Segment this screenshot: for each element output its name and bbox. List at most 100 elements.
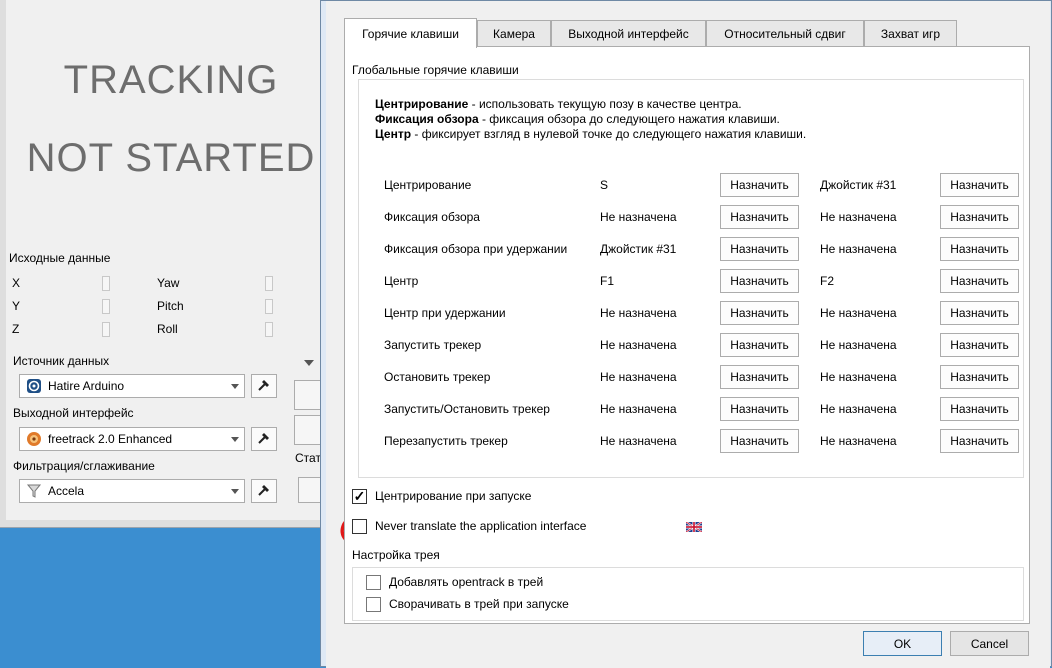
assign-button[interactable]: Назначить <box>940 365 1019 389</box>
axis-z-value <box>102 322 110 337</box>
filter-combo[interactable]: Accela <box>19 479 245 503</box>
hotkey-key2: Не назначена <box>820 434 897 448</box>
hotkey-key2: Не назначена <box>820 402 897 416</box>
hotkey-row: Центр F1 Назначить F2 Назначить <box>359 267 1025 295</box>
hotkey-key2: Не назначена <box>820 370 897 384</box>
assign-button[interactable]: Назначить <box>940 205 1019 229</box>
assign-button[interactable]: Назначить <box>940 173 1019 197</box>
hotkey-name: Центр при удержании <box>384 306 506 320</box>
tray-settings-title: Настройка трея <box>352 548 440 562</box>
axis-pitch-value <box>265 299 273 314</box>
assign-button[interactable]: Назначить <box>720 173 799 197</box>
tab-output[interactable]: Выходной интерфейс <box>551 20 706 46</box>
hotkey-row: Центр при удержании Не назначена Назначи… <box>359 299 1025 327</box>
settings-dialog-body: Горячие клавиши Камера Выходной интерфей… <box>326 1 1050 668</box>
hotkey-key1: Не назначена <box>600 338 677 352</box>
main-window-body: TRACKING NOT STARTED Исходные данные X Y… <box>6 0 338 520</box>
output-interface-label: Выходной интерфейс <box>13 406 134 420</box>
axis-y-label: Y <box>12 299 21 313</box>
assign-button[interactable]: Назначить <box>720 269 799 293</box>
hotkey-key1: Не назначена <box>600 402 677 416</box>
axis-z-label: Z <box>12 322 20 336</box>
hotkeys-tab-pane: Глобальные горячие клавиши Центрирование… <box>344 46 1030 624</box>
assign-button[interactable]: Назначить <box>940 269 1019 293</box>
hotkey-name: Запустить/Остановить трекер <box>384 402 550 416</box>
input-settings-button[interactable] <box>251 374 277 398</box>
filter-settings-button[interactable] <box>251 479 277 503</box>
checkbox-box <box>366 596 381 612</box>
axis-y-value <box>102 299 110 314</box>
global-hotkeys-frame: Центрирование - использовать текущую поз… <box>358 79 1024 478</box>
hotkey-key1: F1 <box>600 274 615 288</box>
assign-button[interactable]: Назначить <box>940 397 1019 421</box>
assign-button[interactable]: Назначить <box>940 333 1019 357</box>
hotkey-key2: F2 <box>820 274 835 288</box>
hotkey-name: Остановить трекер <box>384 370 491 384</box>
checkmark-icon: ✓ <box>352 488 367 504</box>
hotkey-name: Фиксация обзора при удержании <box>384 242 568 256</box>
hotkey-key1: Не назначена <box>600 210 677 224</box>
hotkey-row: Фиксация обзора Не назначена Назначить Н… <box>359 203 1025 231</box>
output-settings-button[interactable] <box>251 427 277 451</box>
hotkey-key2: Не назначена <box>820 242 897 256</box>
minimize-to-tray-checkbox[interactable]: Сворачивать в трей при запуске <box>366 595 569 613</box>
uk-flag-icon <box>685 521 703 535</box>
center-at-startup-label: Центрирование при запуске <box>375 489 532 503</box>
hotkey-key1: Не назначена <box>600 370 677 384</box>
tracking-status-line1: TRACKING <box>63 58 279 102</box>
hotkey-key2: Джойстик #31 <box>820 178 897 192</box>
tab-game-capture[interactable]: Захват игр <box>864 20 957 46</box>
output-interface-value: freetrack 2.0 Enhanced <box>48 432 173 446</box>
axis-roll-label: Roll <box>157 322 178 336</box>
assign-button[interactable]: Назначить <box>720 301 799 325</box>
axis-roll-value <box>265 322 273 337</box>
global-hotkeys-title: Глобальные горячие клавиши <box>352 63 519 77</box>
stats-label: Стат <box>295 451 321 465</box>
tab-hotkeys[interactable]: Горячие клавиши <box>344 18 477 48</box>
axis-pitch-label: Pitch <box>157 299 184 313</box>
hotkey-name: Фиксация обзора <box>384 210 480 224</box>
add-to-tray-checkbox[interactable]: Добавлять opentrack в трей <box>366 573 543 591</box>
hotkey-row: Запустить/Остановить трекер Не назначена… <box>359 395 1025 423</box>
hotkey-key2: Не назначена <box>820 338 897 352</box>
hotkey-name: Центр <box>384 274 419 288</box>
assign-button[interactable]: Назначить <box>940 237 1019 261</box>
filter-label: Фильтрация/сглаживание <box>13 459 155 473</box>
input-source-value: Hatire Arduino <box>48 379 125 393</box>
input-source-combo[interactable]: Hatire Arduino <box>19 374 245 398</box>
hotkey-key1: Джойстик #31 <box>600 242 677 256</box>
assign-button[interactable]: Назначить <box>940 301 1019 325</box>
output-interface-combo[interactable]: freetrack 2.0 Enhanced <box>19 427 245 451</box>
assign-button[interactable]: Назначить <box>720 333 799 357</box>
hotkey-key1: Не назначена <box>600 434 677 448</box>
hotkey-name: Перезапустить трекер <box>384 434 508 448</box>
profile-dropdown-arrow[interactable] <box>304 357 314 371</box>
assign-button[interactable]: Назначить <box>720 237 799 261</box>
ok-button[interactable]: OK <box>863 631 942 656</box>
hotkey-key1: S <box>600 178 609 192</box>
hotkey-row: Центрирование S Назначить Джойстик #31 Н… <box>359 171 1025 199</box>
hotkey-row: Запустить трекер Не назначена Назначить … <box>359 331 1025 359</box>
assign-button[interactable]: Назначить <box>720 365 799 389</box>
cancel-button[interactable]: Cancel <box>950 631 1029 656</box>
arduino-icon <box>26 378 42 394</box>
axis-x-value <box>102 276 110 291</box>
hotkey-row: Перезапустить трекер Не назначена Назнач… <box>359 427 1025 455</box>
never-translate-checkbox[interactable]: Never translate the application interfac… <box>352 517 586 535</box>
assign-button[interactable]: Назначить <box>720 429 799 453</box>
tray-settings-frame: Добавлять opentrack в трей Сворачивать в… <box>352 567 1024 621</box>
center-at-startup-checkbox[interactable]: ✓ Центрирование при запуске <box>352 487 531 505</box>
hotkey-key1: Не назначена <box>600 306 677 320</box>
description-freeze: Фиксация обзора - фиксация обзора до сле… <box>375 112 780 126</box>
raw-data-title: Исходные данные <box>9 251 111 265</box>
checkbox-box <box>352 518 367 534</box>
assign-button[interactable]: Назначить <box>720 205 799 229</box>
assign-button[interactable]: Назначить <box>940 429 1019 453</box>
tab-relative-shift[interactable]: Относительный сдвиг <box>706 20 864 46</box>
tracking-status-line2: NOT STARTED <box>26 136 316 180</box>
tab-camera[interactable]: Камера <box>477 20 551 46</box>
axis-yaw-label: Yaw <box>157 276 180 290</box>
assign-button[interactable]: Назначить <box>720 397 799 421</box>
axis-yaw-value <box>265 276 273 291</box>
settings-dialog: Горячие клавиши Камера Выходной интерфей… <box>320 0 1052 668</box>
